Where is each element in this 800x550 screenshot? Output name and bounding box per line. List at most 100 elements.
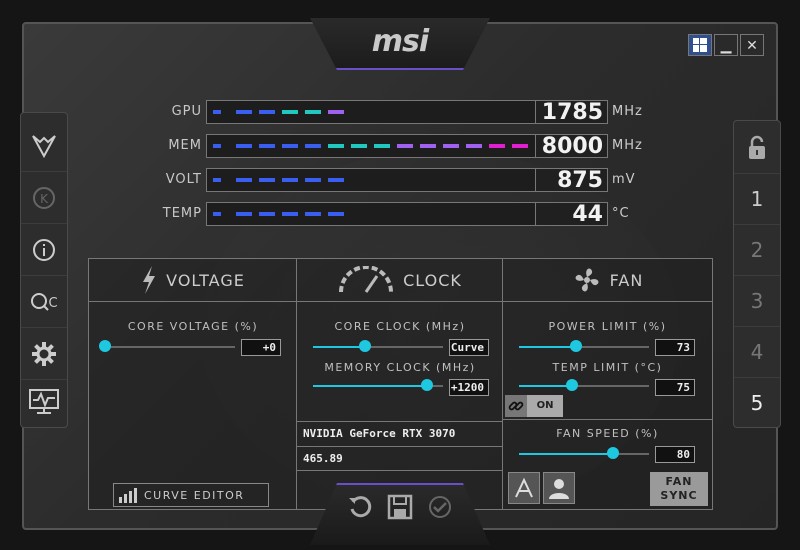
bar-segment: [305, 212, 321, 216]
bar-segment: [236, 144, 252, 148]
user-icon: [549, 479, 569, 499]
slider-fill: [519, 346, 577, 348]
bar-segment: [282, 212, 298, 216]
bar-segment: [305, 110, 321, 114]
voltage-title: VOLTAGE: [166, 270, 245, 290]
temp-limit-label: TEMP LIMIT (°C): [552, 361, 663, 374]
check-icon: [429, 496, 451, 518]
right-sidebar: 1 2 3 4 5: [733, 120, 781, 428]
bar-segment: [328, 178, 344, 182]
profile-2-button[interactable]: 2: [734, 225, 780, 276]
core-clock-slider[interactable]: [313, 340, 443, 354]
bar-segment: [282, 144, 298, 148]
lock-icon[interactable]: [734, 123, 780, 174]
bar-segment: [489, 144, 505, 148]
monitor-bar: [206, 134, 536, 158]
oc-scanner-icon[interactable]: [21, 121, 67, 172]
action-buttons: [340, 494, 460, 524]
link-icon: [505, 395, 527, 417]
core-voltage-slider[interactable]: [99, 340, 235, 354]
clock-header: CLOCK: [297, 259, 502, 302]
bar-segment: [374, 144, 390, 148]
clock-panel: CLOCK CORE CLOCK (MHz) Curve MEMORY CLOC…: [297, 259, 503, 509]
slider-thumb[interactable]: [566, 379, 579, 391]
slider-fill: [519, 453, 613, 455]
oc-search-icon[interactable]: C: [21, 277, 67, 328]
bar-segment: [305, 178, 321, 182]
save-button[interactable]: [385, 494, 415, 524]
link-state: ON: [527, 395, 563, 417]
slider-thumb[interactable]: [606, 447, 619, 459]
memory-clock-label: MEMORY CLOCK (MHz): [324, 361, 476, 374]
slider-fill: [519, 385, 573, 387]
auto-fan-button[interactable]: [508, 472, 540, 504]
close-button[interactable]: ✕: [740, 34, 764, 56]
monitor-value: 8000: [536, 134, 608, 159]
profile-4-button[interactable]: 4: [734, 327, 780, 378]
bar-segment: [328, 110, 344, 114]
apply-button[interactable]: [425, 494, 455, 524]
bar-segment: [466, 144, 482, 148]
slider-track: [105, 346, 235, 348]
windows-logo-icon[interactable]: [688, 34, 712, 56]
fan-sync-button[interactable]: FAN SYNC: [650, 472, 708, 506]
settings-gear-icon[interactable]: [21, 329, 67, 380]
afterburner-window: msi ▁ ✕ K C 1 2 3 4 5 GPU 1785 MHz MEM 8…: [0, 0, 800, 550]
reset-button[interactable]: [345, 494, 375, 524]
bar-segment: [259, 178, 275, 182]
slider-thumb[interactable]: [570, 340, 583, 352]
bar-chart-icon: [119, 488, 137, 503]
slider-thumb[interactable]: [421, 379, 434, 391]
core-clock-value[interactable]: Curve: [449, 339, 489, 356]
monitor-label: GPU: [171, 104, 202, 119]
monitor-unit: °C: [612, 206, 630, 221]
monitor-row-mem: MEM 8000 MHz: [150, 134, 650, 160]
link-toggle[interactable]: ON: [505, 395, 563, 417]
power-limit-slider[interactable]: [519, 340, 649, 354]
kombustor-icon[interactable]: K: [21, 173, 67, 224]
fan-speed-slider[interactable]: [519, 447, 649, 461]
profile-3-button[interactable]: 3: [734, 276, 780, 327]
monitor-label: VOLT: [165, 172, 202, 187]
slider-thumb[interactable]: [99, 340, 111, 352]
power-limit-value[interactable]: 73: [655, 339, 695, 356]
fan-sync-line1: FAN: [665, 475, 693, 488]
profile-1-button[interactable]: 1: [734, 174, 780, 225]
profile-5-button[interactable]: 5: [734, 378, 780, 428]
bar-segment: [259, 212, 275, 216]
monitor-row-gpu: GPU 1785 MHz: [150, 100, 650, 126]
bar-segment: [443, 144, 459, 148]
fan-divider: [503, 419, 712, 420]
curve-editor-button[interactable]: CURVE EDITOR: [113, 483, 269, 507]
monitor-unit: mV: [612, 172, 636, 187]
auto-icon: [515, 477, 533, 498]
bar-segment: [351, 144, 367, 148]
window-controls: ▁ ✕: [688, 34, 764, 58]
curve-editor-label: CURVE EDITOR: [144, 488, 245, 502]
monitor-label: TEMP: [162, 206, 202, 221]
slider-fill: [313, 346, 365, 348]
memory-clock-value[interactable]: +1200: [449, 379, 489, 396]
core-voltage-value[interactable]: +0: [241, 339, 281, 356]
minimize-button[interactable]: ▁: [714, 34, 738, 56]
user-fan-button[interactable]: [543, 472, 575, 504]
bar-segment: [236, 110, 252, 114]
slider-fill: [313, 385, 428, 387]
voltage-panel: VOLTAGE CORE VOLTAGE (%) +0 CURVE EDITOR: [89, 259, 297, 509]
monitor-unit: MHz: [612, 138, 643, 153]
slider-thumb[interactable]: [359, 340, 371, 352]
monitor-row-temp: TEMP 44 °C: [150, 202, 650, 228]
temp-limit-value[interactable]: 75: [655, 379, 695, 396]
monitor-unit: MHz: [612, 104, 643, 119]
fan-title: FAN: [609, 270, 644, 290]
monitor-icon[interactable]: [21, 377, 67, 427]
core-clock-label: CORE CLOCK (MHz): [334, 320, 466, 333]
fan-speed-value[interactable]: 80: [655, 446, 695, 463]
info-icon[interactable]: [21, 225, 67, 276]
bar-segment: [305, 144, 321, 148]
bar-segment: [259, 144, 275, 148]
memory-clock-slider[interactable]: [313, 379, 443, 393]
temp-limit-slider[interactable]: [519, 379, 649, 393]
power-limit-label: POWER LIMIT (%): [548, 320, 667, 333]
lightning-icon: [143, 266, 156, 294]
